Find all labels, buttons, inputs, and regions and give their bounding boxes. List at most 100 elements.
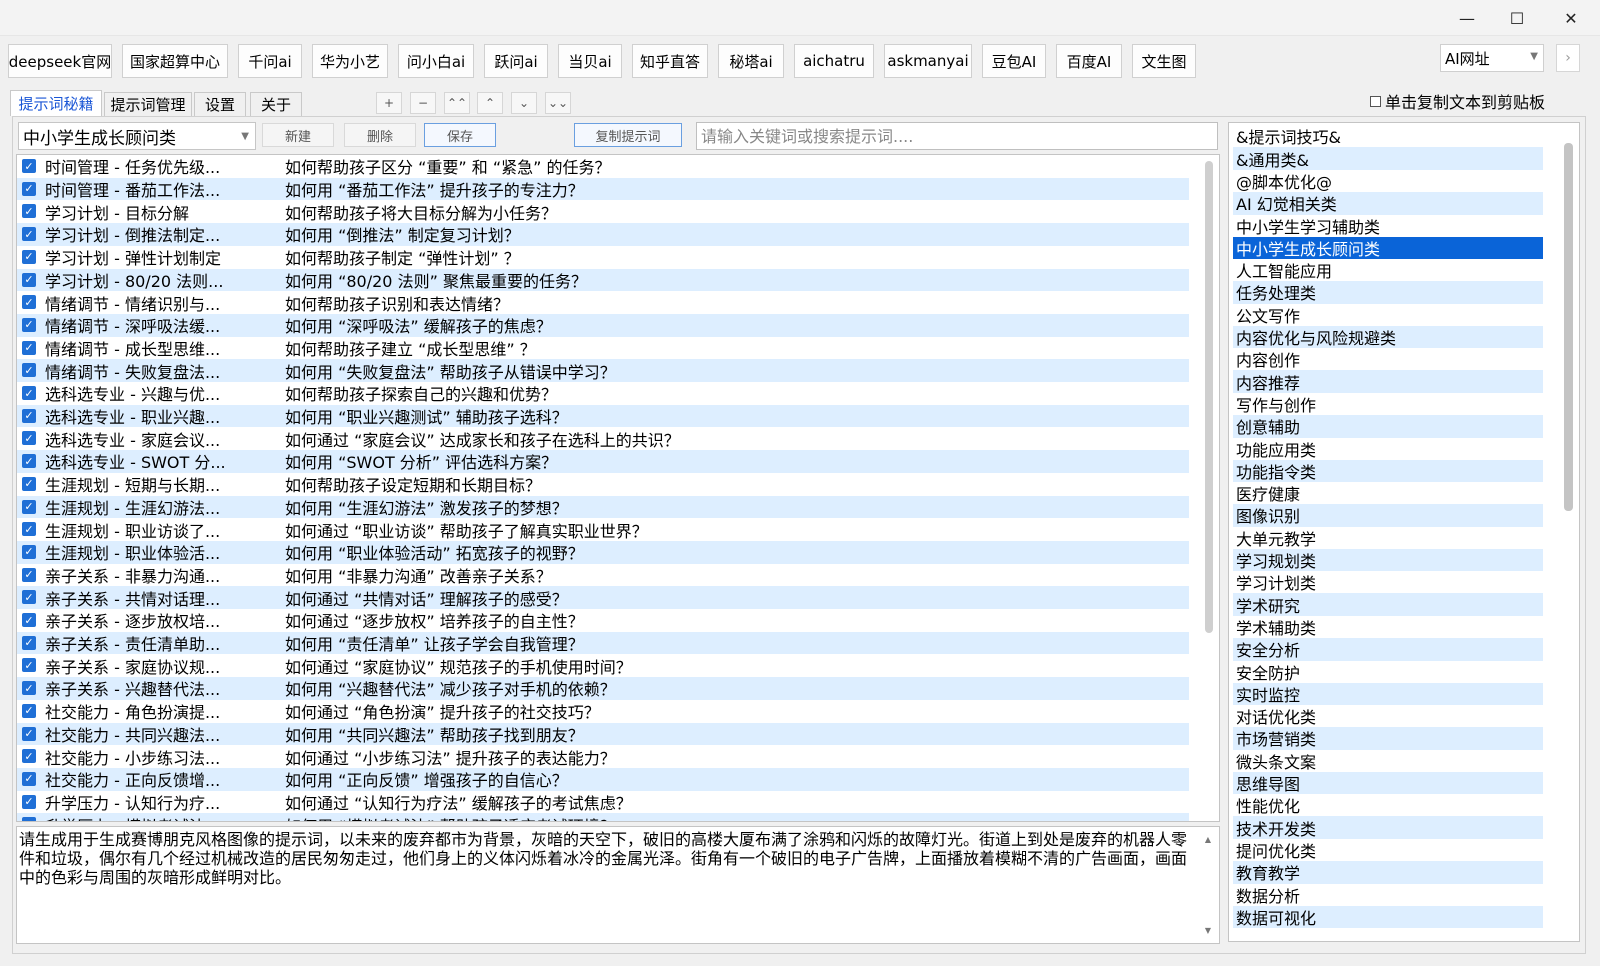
category-item[interactable]: 数据分析 (1233, 883, 1543, 906)
category-item[interactable]: 大单元教学 (1233, 526, 1543, 549)
category-item[interactable]: 公文写作 (1233, 303, 1543, 326)
row-checkbox[interactable]: ✓ (22, 613, 36, 627)
toolbar-button-doubao[interactable]: 豆包AI (982, 44, 1046, 78)
prompt-row[interactable]: ✓ 生涯规划 - 职业体验活... 如何用 “职业体验活动” 拓宽孩子的视野？ (17, 540, 1189, 564)
category-item[interactable]: 学术研究 (1233, 593, 1543, 616)
category-item[interactable]: 图像识别 (1233, 504, 1543, 527)
row-checkbox[interactable]: ✓ (22, 204, 36, 219)
category-item[interactable]: 内容推荐 (1233, 370, 1543, 393)
row-checkbox[interactable]: ✓ (22, 317, 36, 332)
ai-url-go-button[interactable]: › (1556, 44, 1580, 72)
prompt-row[interactable]: ✓ 选科选专业 - 职业兴趣... 如何用 “职业兴趣测试” 辅助孩子选科？ (17, 404, 1189, 428)
prompt-row[interactable]: ✓ 生涯规划 - 短期与长期... 如何帮助孩子设定短期和长期目标？ (17, 473, 1189, 496)
ai-url-select[interactable]: AI网址 ▼ (1440, 44, 1544, 72)
row-checkbox[interactable]: ✓ (22, 681, 36, 696)
category-item[interactable]: 人工智能应用 (1233, 259, 1543, 282)
prompt-list[interactable]: ✓ 时间管理 - 任务优先级... 如何帮助孩子区分 “重要” 和 “紧急” 的任务… (16, 154, 1220, 822)
category-item[interactable]: 教育教学 (1233, 860, 1543, 884)
toolbar-button-aichatru[interactable]: aichatru (794, 44, 874, 78)
category-item[interactable]: 思维导图 (1233, 771, 1543, 795)
save-button[interactable]: 保存 (424, 123, 496, 147)
maximize-button[interactable]: ☐ (1494, 0, 1540, 36)
tab-prompt-secrets[interactable]: 提示词秘籍 (10, 90, 102, 116)
prompt-row[interactable]: ✓ 选科选专业 - 兴趣与优... 如何帮助孩子探索自己的兴趣和优势？ (17, 382, 1189, 405)
prompt-row[interactable]: ✓ 亲子关系 - 逐步放权培... 如何通过 “逐步放权” 培养孩子的自主性？ (17, 609, 1189, 632)
toolbar-button-supercomputing[interactable]: 国家超算中心 (122, 44, 228, 78)
toolbar-button-askmanyai[interactable]: askmanyai (884, 44, 972, 78)
row-checkbox[interactable]: ✓ (22, 249, 36, 264)
category-item[interactable]: 实时监控 (1233, 682, 1543, 706)
prompt-row[interactable]: ✓ 亲子关系 - 家庭协议规... 如何通过 “家庭协议” 规范孩子的手机使用时间？ (17, 654, 1189, 677)
tab-about[interactable]: 关于 (250, 92, 302, 116)
row-checkbox[interactable]: ✓ (22, 703, 36, 718)
row-checkbox[interactable]: ✓ (22, 386, 36, 400)
prompt-row[interactable]: ✓ 生涯规划 - 职业访谈了... 如何通过 “职业访谈” 帮助孩子了解真实职业世界… (17, 518, 1189, 541)
row-checkbox[interactable]: ✓ (22, 567, 36, 582)
row-checkbox[interactable]: ✓ (22, 794, 36, 809)
category-item[interactable]: AI 幻觉相关类 (1233, 191, 1543, 215)
category-list[interactable]: &提示词技巧& &通用类& @脚本优化@ AI 幻觉相关类 中小学生学习辅助类 中小学生成… (1228, 122, 1580, 942)
category-item[interactable]: 功能指令类 (1233, 459, 1543, 483)
prompt-row[interactable]: ✓ 亲子关系 - 非暴力沟通... 如何用 “非暴力沟通” 改善亲子关系？ (17, 564, 1189, 587)
prompt-row[interactable]: ✓ 学习计划 - 目标分解 如何帮助孩子将大目标分解为小任务？ (17, 200, 1189, 223)
row-checkbox[interactable]: ✓ (22, 272, 36, 287)
category-item[interactable]: 市场营销类 (1233, 727, 1543, 750)
prompt-row[interactable]: ✓ 学习计划 - 80/20 法则... 如何用 “80/20 法则” 聚焦最重要的… (17, 268, 1189, 292)
toolbar-button-wenxiaobai[interactable]: 问小白ai (398, 44, 474, 78)
move-up-button[interactable]: ⌃ (477, 92, 503, 114)
prompt-row[interactable]: ✓ 社交能力 - 小步练习法... 如何通过 “小步练习法” 提升孩子的表达能力？ (17, 745, 1189, 768)
prompt-row[interactable]: ✓ 亲子关系 - 共情对话理... 如何通过 “共情对话” 理解孩子的感受？ (17, 586, 1189, 609)
row-checkbox[interactable]: ✓ (22, 181, 36, 196)
row-checkbox[interactable]: ✓ (22, 522, 36, 537)
toolbar-button-zhihu[interactable]: 知乎直答 (632, 44, 708, 78)
copy-to-clipboard-checkbox[interactable]: 单击复制文本到剪贴板 (1370, 90, 1545, 112)
prompt-row[interactable]: ✓ 学习计划 - 倒推法制定... 如何用 “倒推法” 制定复习计划？ (17, 223, 1189, 246)
row-checkbox[interactable]: ✓ (22, 431, 36, 446)
category-item[interactable]: 任务处理类 (1233, 281, 1543, 304)
category-item[interactable]: 安全防护 (1233, 660, 1543, 683)
copy-prompt-button[interactable]: 复制提示词 (574, 123, 682, 147)
category-item[interactable]: &提示词技巧& (1233, 125, 1543, 148)
category-item[interactable]: 微头条文案 (1233, 749, 1543, 772)
category-item[interactable]: 安全分析 (1233, 637, 1543, 661)
row-checkbox[interactable]: ✓ (22, 749, 36, 764)
category-item[interactable]: 创意辅助 (1233, 414, 1543, 438)
category-item[interactable]: 对话优化类 (1233, 705, 1543, 728)
toolbar-button-yuewen[interactable]: 跃问ai (484, 44, 548, 78)
prompt-row[interactable]: ✓ 选科选专业 - SWOT 分... 如何用 “SWOT 分析” 评估选科方案？ (17, 450, 1189, 473)
category-item[interactable]: 内容创作 (1233, 348, 1543, 371)
scroll-up-icon[interactable]: ▲ (1205, 830, 1211, 849)
row-checkbox[interactable]: ✓ (22, 817, 36, 821)
row-checkbox[interactable]: ✓ (22, 726, 36, 741)
prompt-row[interactable]: ✓ 情绪调节 - 深呼吸法缓... 如何用 “深呼吸法” 缓解孩子的焦虑？ (17, 313, 1189, 337)
prompt-row[interactable]: ✓ 亲子关系 - 责任清单助... 如何用 “责任清单” 让孩子学会自我管理？ (17, 631, 1189, 655)
toolbar-button-deepseek[interactable]: deepseek官网 (8, 44, 112, 78)
prompt-row[interactable]: ✓ 社交能力 - 共同兴趣法... 如何用 “共同兴趣法” 帮助孩子找到朋友？ (17, 722, 1189, 746)
row-checkbox[interactable]: ✓ (22, 408, 36, 423)
minimize-button[interactable]: — (1444, 0, 1490, 36)
prompt-list-scrollbar[interactable] (1205, 161, 1213, 633)
search-input[interactable] (696, 122, 1218, 150)
prompt-row[interactable]: ✓ 升学压力 - 认知行为疗... 如何通过 “认知行为疗法” 缓解孩子的考试焦虑？ (17, 791, 1189, 814)
row-checkbox[interactable]: ✓ (22, 590, 36, 605)
move-bottom-button[interactable]: ⌄⌄ (545, 92, 571, 114)
close-button[interactable]: ✕ (1548, 0, 1594, 36)
category-item[interactable]: 内容优化与风险规避类 (1233, 325, 1543, 349)
category-item[interactable]: 学术辅助类 (1233, 616, 1543, 639)
delete-button[interactable]: 删除 (344, 123, 416, 147)
scroll-down-icon[interactable]: ▼ (1205, 921, 1211, 940)
toolbar-button-dangbei[interactable]: 当贝ai (558, 44, 622, 78)
row-checkbox[interactable]: ✓ (22, 544, 36, 559)
prompt-row[interactable]: ✓ 情绪调节 - 情绪识别与... 如何帮助孩子识别和表达情绪？ (17, 291, 1189, 314)
row-checkbox[interactable]: ✓ (22, 363, 36, 378)
prompt-row[interactable]: ✓ 社交能力 - 角色扮演提... 如何通过 “角色扮演” 提升孩子的社交技巧？ (17, 700, 1189, 723)
row-checkbox[interactable]: ✓ (22, 476, 36, 491)
prompt-row[interactable]: ✓ 时间管理 - 任务优先级... 如何帮助孩子区分 “重要” 和 “紧急” 的任务… (17, 155, 1189, 178)
toolbar-button-baidu[interactable]: 百度AI (1056, 44, 1122, 78)
prompt-row[interactable]: ✓ 升学压力 - 模拟考试法...如何用 “模拟考试法” 帮助孩子适应考试环境？ (17, 813, 1189, 821)
tab-prompt-management[interactable]: 提示词管理 (104, 92, 192, 116)
category-item[interactable]: 医疗健康 (1233, 482, 1543, 505)
prompt-row[interactable]: ✓ 学习计划 - 弹性计划制定 如何帮助孩子制定 “弹性计划” ？ (17, 246, 1189, 269)
row-checkbox[interactable]: ✓ (22, 295, 36, 310)
category-item[interactable]: 性能优化 (1233, 794, 1543, 817)
